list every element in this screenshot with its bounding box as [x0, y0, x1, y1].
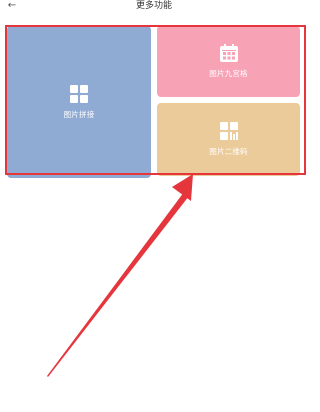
top-bar: ← 更多功能 — [0, 0, 308, 14]
grid-four-squares-icon — [70, 84, 88, 103]
qr-code-icon — [219, 122, 238, 140]
image-qr-code-label: 图片二维码 — [209, 147, 248, 156]
image-stitch-card[interactable]: 图片拼接 — [7, 26, 151, 178]
page-title: 更多功能 — [135, 1, 172, 11]
image-qr-code-card[interactable]: 图片二维码 — [157, 103, 300, 176]
image-nine-grid-card[interactable]: 图片九宫格 — [157, 26, 300, 97]
more-features-page: ← 更多功能 图片拼接 图片九宫格 图片二维码 — [0, 0, 308, 412]
image-nine-grid-label: 图片九宫格 — [209, 69, 248, 78]
calendar-grid-icon — [219, 44, 238, 62]
image-stitch-label: 图片拼接 — [63, 109, 95, 119]
